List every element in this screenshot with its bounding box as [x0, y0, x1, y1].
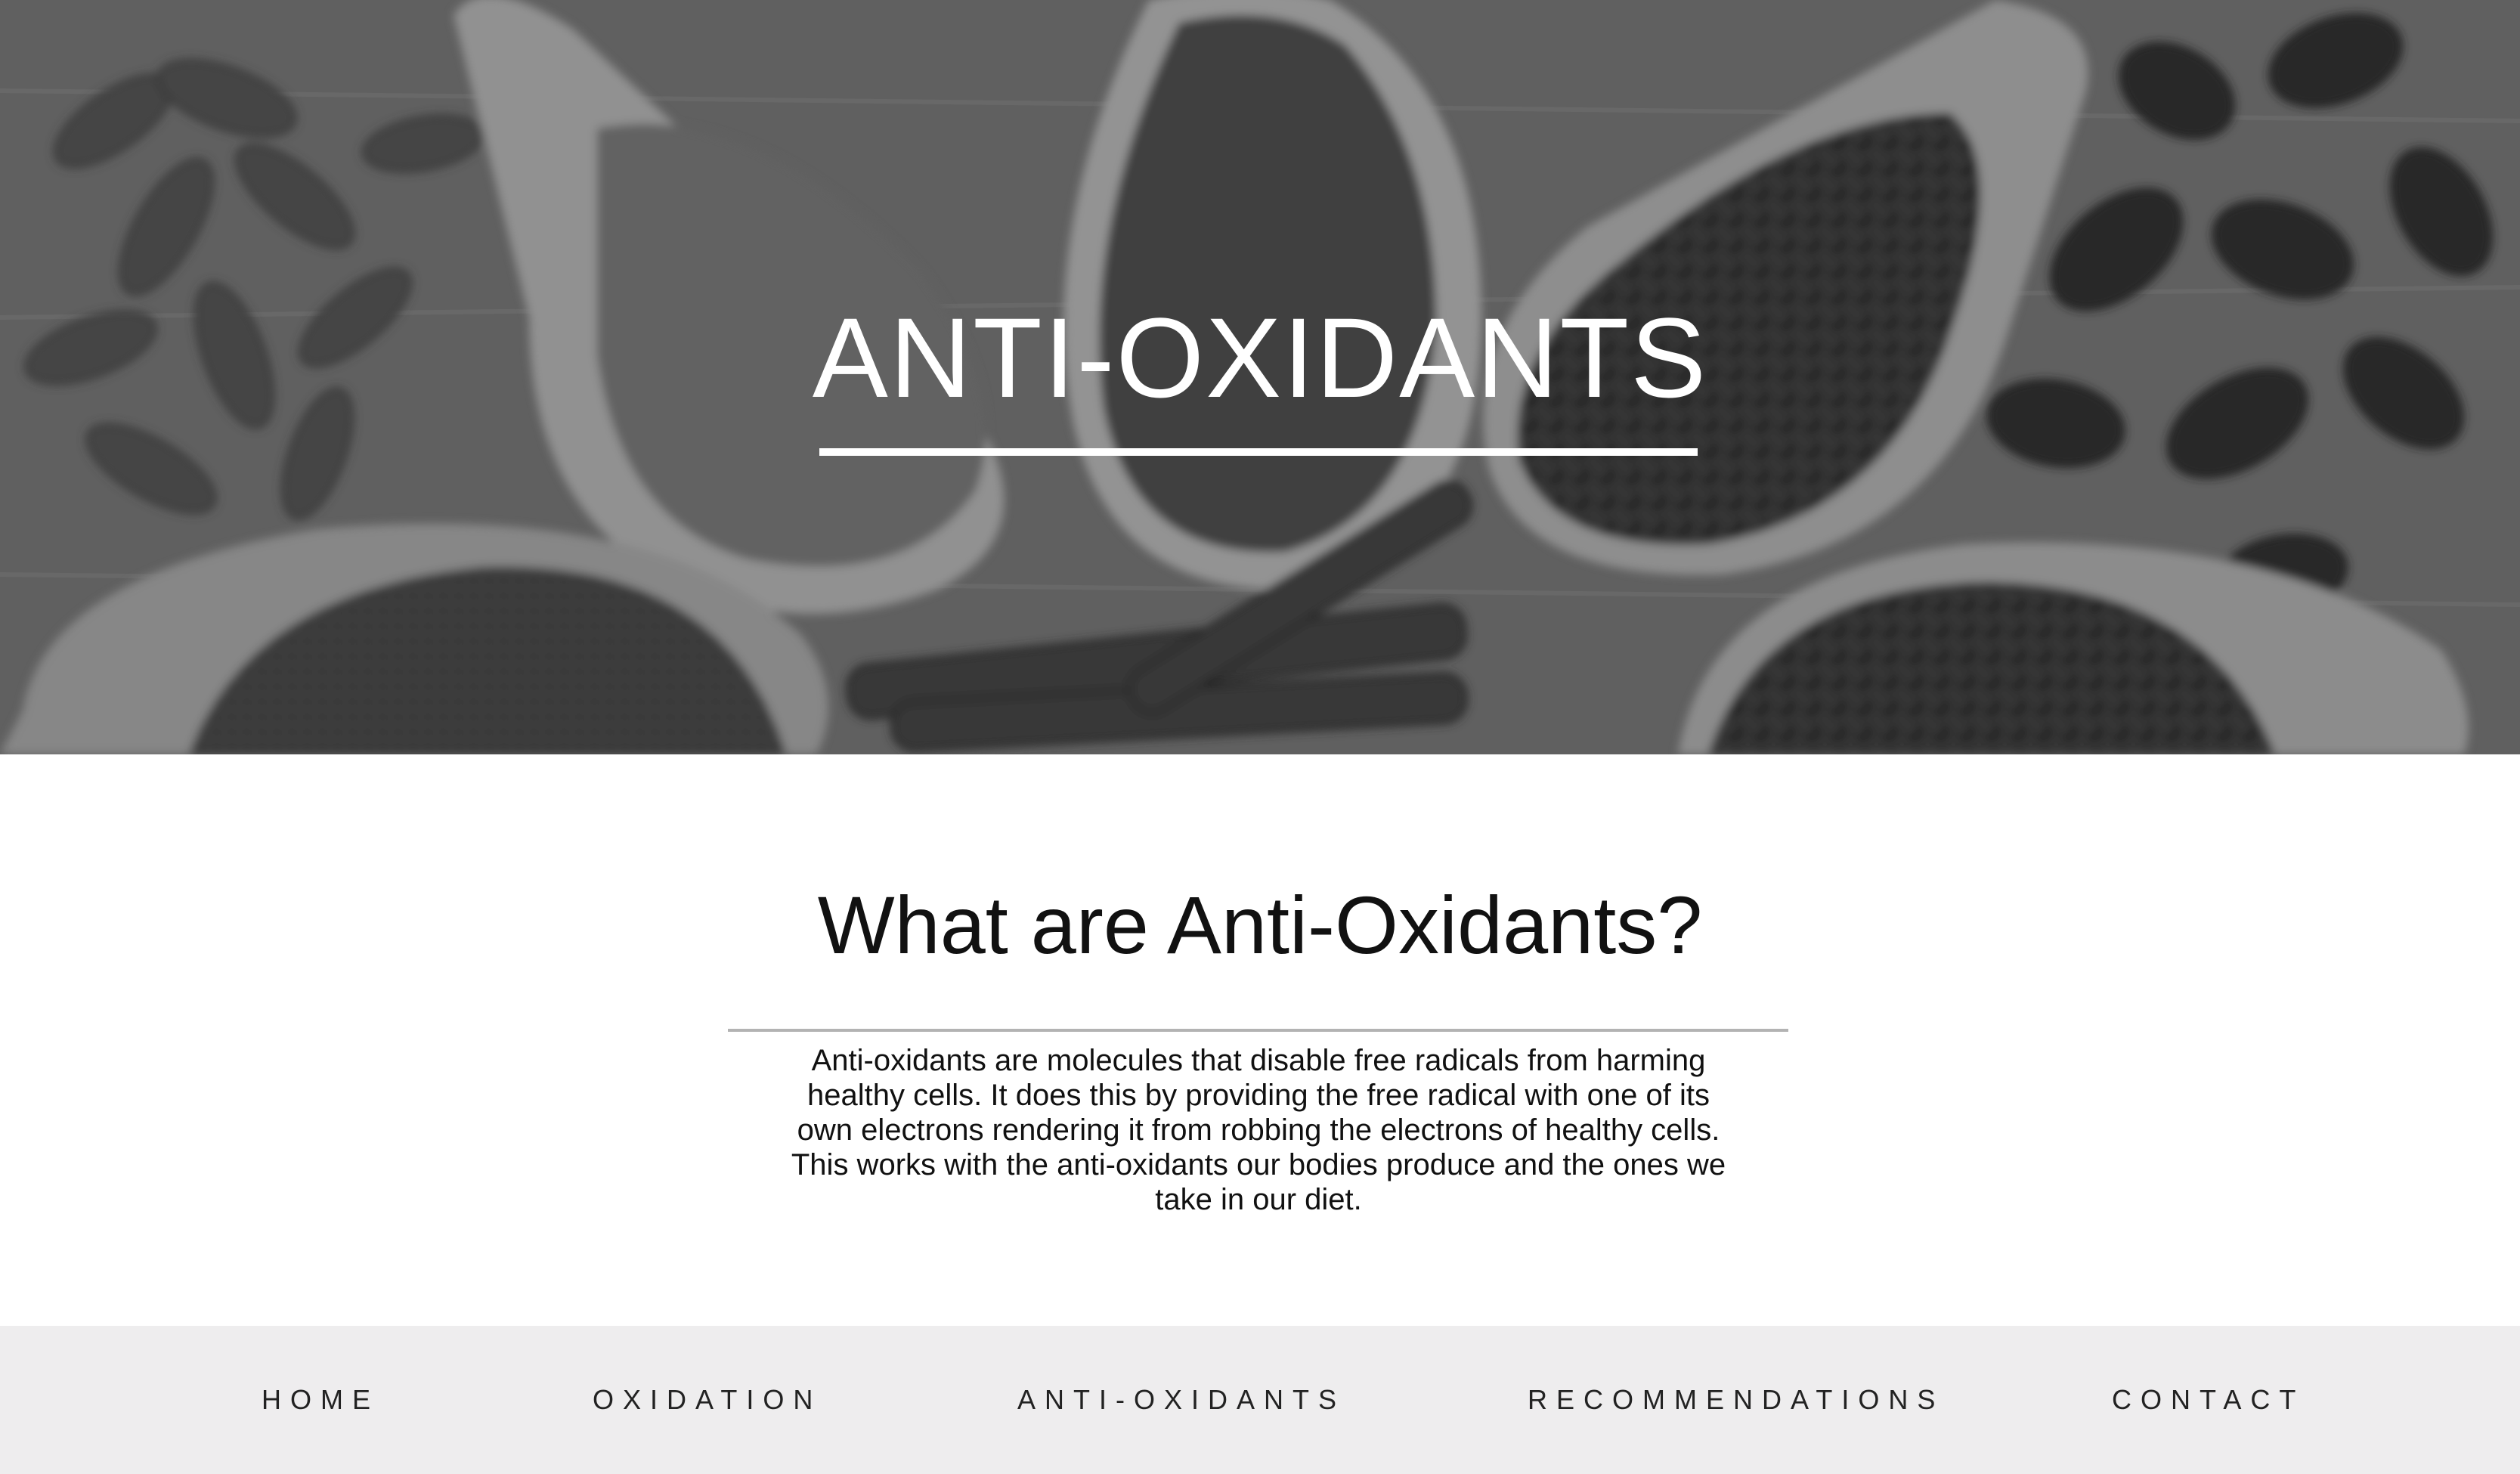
nav-oxidation-link[interactable]: OXIDATION — [593, 1326, 822, 1474]
section-body-text: Anti-oxidants are molecules that disable… — [791, 1044, 1726, 1216]
nav-anti-oxidants-link[interactable]: ANTI-OXIDANTS — [1017, 1326, 1345, 1474]
section-title: What are Anti-Oxidants? — [817, 879, 1703, 971]
nav-recommendations-link[interactable]: RECOMMENDATIONS — [1528, 1326, 1944, 1474]
page: ANTI-OXIDANTS What are Anti-Oxidants? An… — [0, 0, 2520, 1474]
section-divider — [728, 1029, 1788, 1032]
footer-navigation: HOME OXIDATION ANTI-OXIDANTS RECOMMENDAT… — [0, 1326, 2520, 1474]
nav-home-link[interactable]: HOME — [262, 1326, 379, 1474]
hero-title-underline — [819, 448, 1698, 456]
hero-banner: ANTI-OXIDANTS — [0, 0, 2520, 754]
nav-contact-link[interactable]: CONTACT — [2112, 1326, 2305, 1474]
hero-title: ANTI-OXIDANTS — [812, 294, 1708, 421]
